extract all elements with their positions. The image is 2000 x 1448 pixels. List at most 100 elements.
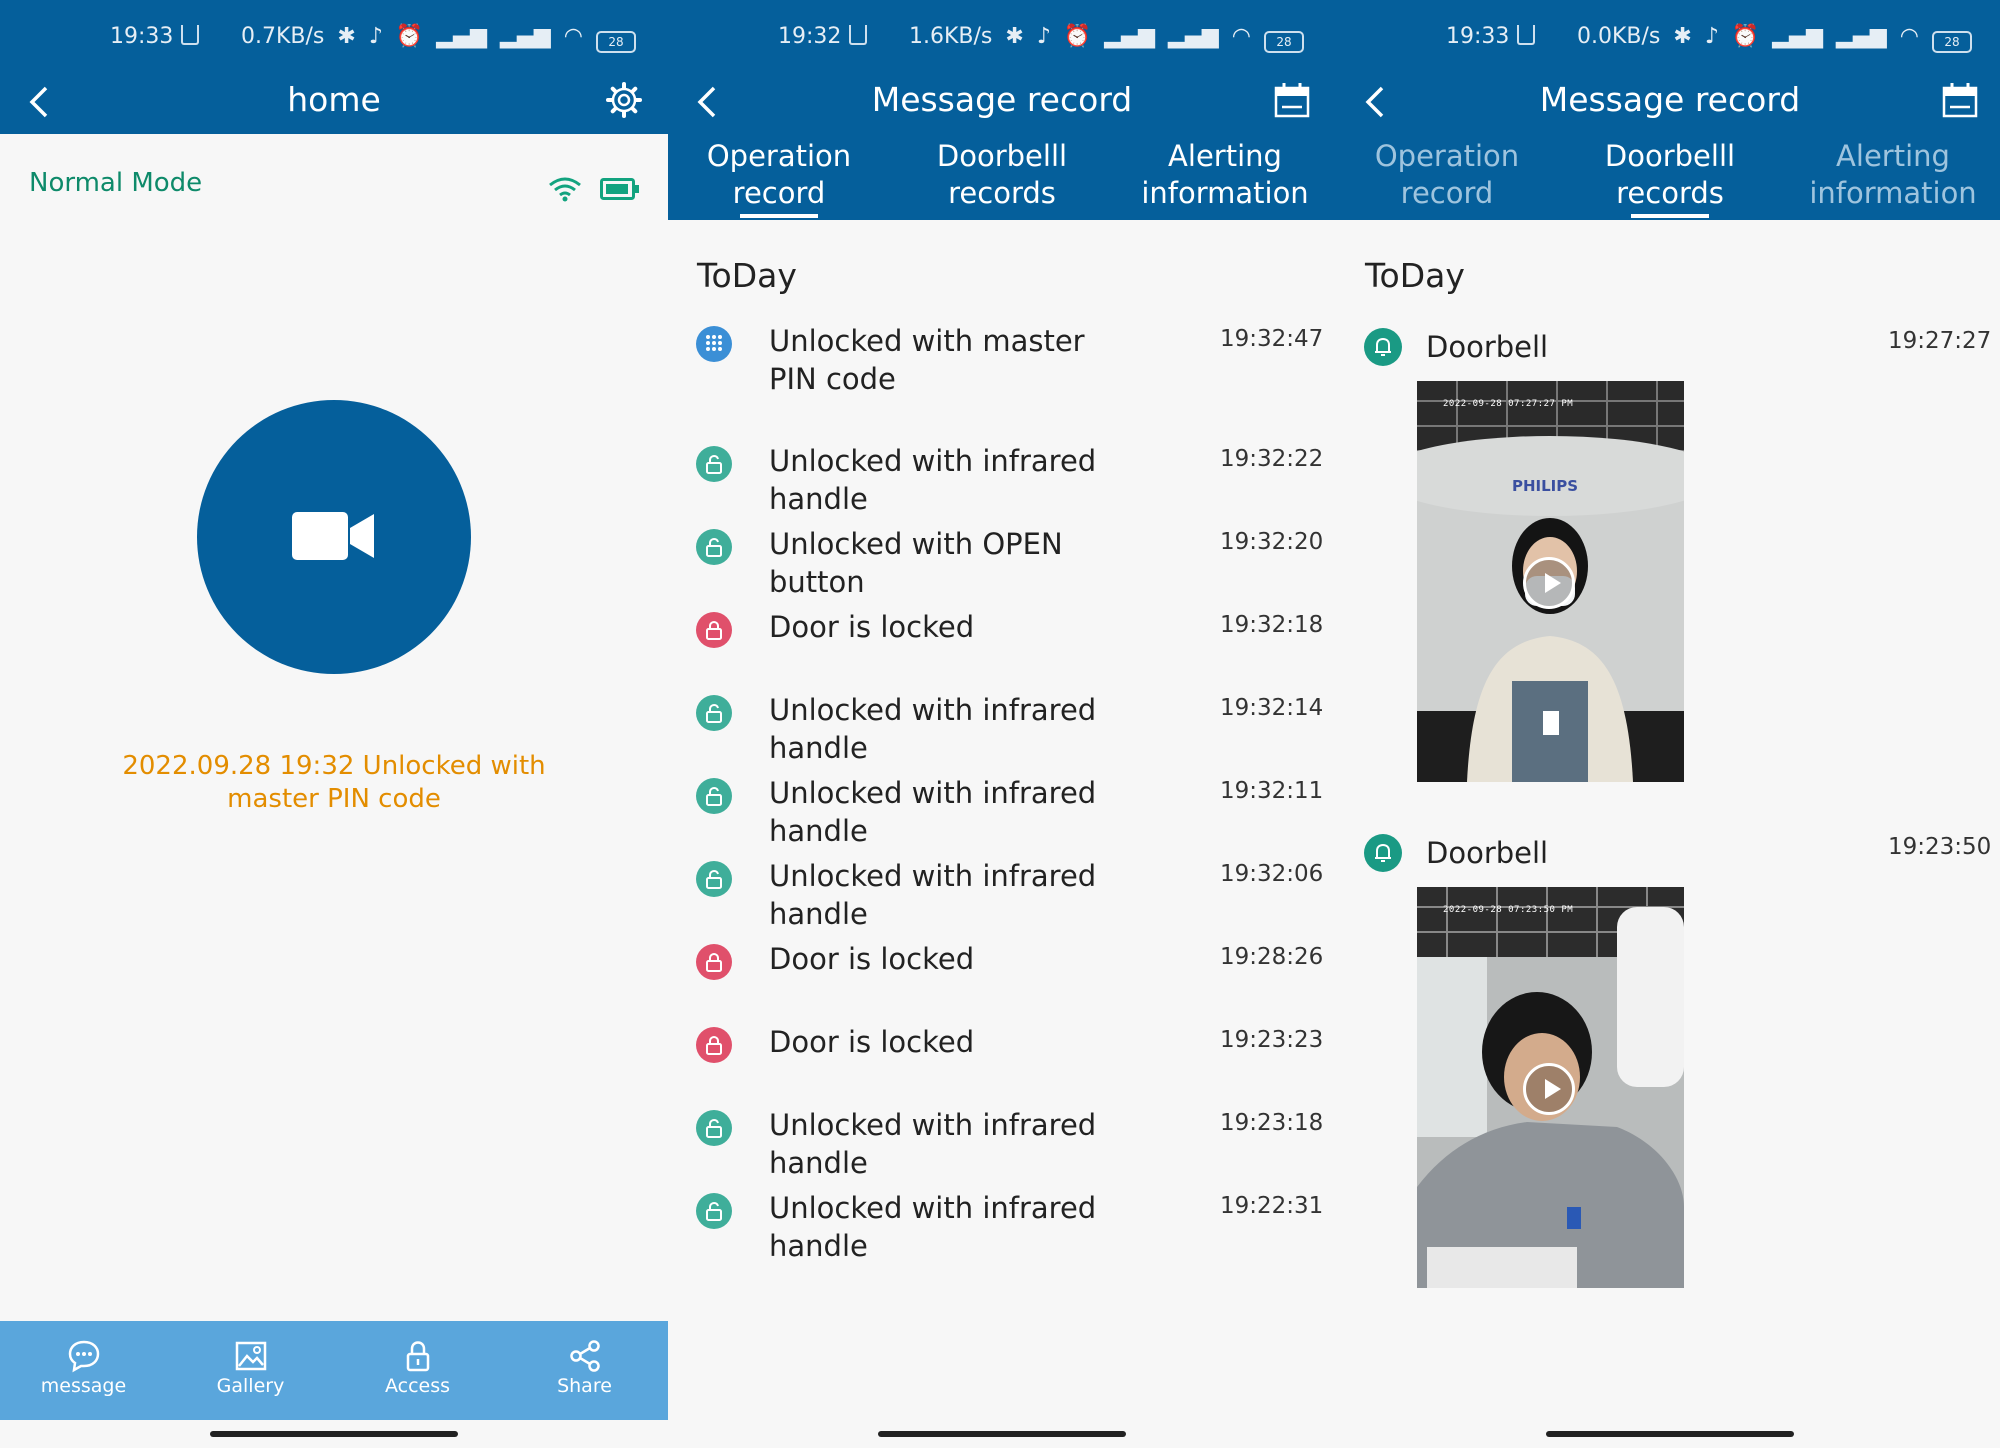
mute-icon: ♪ — [368, 24, 383, 49]
doorbell-records-screen: 19:33 0.0KB/s ✱ ♪ ⏰ ▂▄▆ ▂▄▆ ◠ 28 Message… — [1336, 0, 2000, 1448]
record-time: 19:32:20 — [1220, 529, 1324, 555]
wifi-icon — [549, 177, 581, 202]
doorbell-snapshot[interactable]: 2022-09-28 07:23:50 PM — [1417, 887, 1684, 1288]
battery-status: 28 — [1932, 31, 1972, 53]
doorbell-badge — [1364, 834, 1402, 872]
unlock-badge — [696, 695, 732, 731]
unlock-badge — [696, 778, 732, 814]
mute-icon: ♪ — [1704, 24, 1719, 49]
nav-gallery[interactable]: Gallery — [167, 1321, 334, 1420]
signal-icon: ▂▄▆ — [436, 24, 488, 49]
unlock-badge — [696, 529, 732, 565]
doorbell-time: 19:27:27 — [1888, 328, 1992, 354]
battery-status: 28 — [1264, 31, 1304, 53]
tab-alerting-information[interactable]: Alerting information — [1782, 138, 2000, 212]
lock-icon — [706, 620, 722, 640]
status-time: 19:33 — [1446, 24, 1510, 49]
snapshot-timestamp: 2022-09-28 07:27:27 PM — [1443, 399, 1574, 409]
wifi-status-icon: ◠ — [1231, 24, 1251, 49]
tab-operation-record[interactable]: Operation record — [1336, 138, 1558, 212]
unlock-icon — [706, 537, 722, 557]
doorbell-label: Doorbell — [1426, 836, 1549, 870]
record-text: Door is locked — [769, 942, 975, 976]
nav-label: Gallery — [216, 1375, 285, 1397]
mode-row: Normal Mode — [0, 134, 668, 234]
signal-icon: ▂▄▆ — [1168, 24, 1219, 49]
download-icon — [181, 25, 200, 45]
lock-icon — [406, 1341, 429, 1372]
snapshot-timestamp: 2022-09-28 07:23:50 PM — [1443, 905, 1574, 915]
video-call-button[interactable] — [197, 400, 471, 674]
record-text: Unlocked with infrared handle — [769, 444, 1097, 516]
record-text: Unlocked with infrared handle — [769, 693, 1097, 765]
home-indicator — [1546, 1431, 1794, 1437]
record-text: Door is locked — [769, 1025, 975, 1059]
status-bar: 19:32 1.6KB/s ✱ ♪ ⏰ ▂▄▆ ▂▄▆ ◠ 28 — [668, 0, 1336, 76]
record-time: 19:32:22 — [1220, 446, 1324, 472]
signal-icon: ▂▄▆ — [1104, 24, 1156, 49]
tab-operation-record[interactable]: Operation record — [668, 138, 890, 218]
settings-button[interactable] — [604, 80, 644, 120]
unlock-icon — [706, 1118, 722, 1138]
unlock-icon — [706, 869, 722, 889]
tab-doorbell-records[interactable]: Doorbelll records — [891, 138, 1113, 212]
record-time: 19:32:18 — [1220, 612, 1324, 638]
unlock-badge — [696, 446, 732, 482]
download-icon — [1517, 25, 1536, 45]
alarm-icon: ⏰ — [1063, 24, 1092, 49]
battery-icon — [600, 178, 639, 200]
status-time: 19:33 — [110, 24, 174, 49]
bluetooth-icon: ✱ — [1005, 24, 1024, 49]
bell-icon — [1375, 843, 1391, 862]
section-title: ToDay — [1365, 256, 1465, 295]
pin-badge — [696, 326, 732, 362]
image-icon — [235, 1341, 266, 1371]
unlock-badge — [696, 1110, 732, 1146]
calendar-icon — [1942, 83, 1978, 118]
battery-status: 28 — [596, 31, 636, 53]
home-indicator — [878, 1431, 1126, 1437]
app-bar: home — [0, 76, 668, 134]
nav-share[interactable]: Share — [501, 1321, 668, 1420]
signal-icon: ▂▄▆ — [1772, 24, 1824, 49]
unlock-icon — [706, 1201, 722, 1221]
bottom-nav: message Gallery Access Share — [0, 1321, 668, 1420]
share-icon — [569, 1340, 600, 1372]
calendar-button[interactable] — [1272, 80, 1312, 120]
calendar-button[interactable] — [1940, 80, 1980, 120]
page-title: Message record — [1539, 80, 1801, 119]
video-camera-icon — [292, 512, 374, 560]
record-time: 19:32:11 — [1220, 778, 1324, 804]
doorbell-label: Doorbell — [1426, 330, 1549, 364]
section-title: ToDay — [697, 256, 797, 295]
operation-record-screen: 19:32 1.6KB/s ✱ ♪ ⏰ ▂▄▆ ▂▄▆ ◠ 28 Message… — [668, 0, 1336, 1448]
bluetooth-icon: ✱ — [337, 24, 356, 49]
active-tab-indicator — [740, 214, 818, 218]
record-text: Unlocked with infrared handle — [769, 776, 1097, 848]
wifi-status-icon: ◠ — [1899, 24, 1919, 49]
lock-badge — [696, 612, 732, 648]
lock-icon — [706, 1035, 722, 1055]
status-time: 19:32 — [778, 24, 842, 49]
doorbell-snapshot[interactable]: PHILIPS 2022-09-28 07:27:27 PM — [1417, 381, 1684, 782]
unlock-icon — [706, 703, 722, 723]
nav-label: Access — [384, 1375, 451, 1397]
tab-doorbell-records[interactable]: Doorbelll records — [1559, 138, 1781, 218]
record-tabs: Operation record Doorbelll records Alert… — [668, 134, 1336, 220]
mode-label: Normal Mode — [29, 168, 203, 198]
network-speed: 1.6KB/s — [908, 24, 993, 49]
signal-icon: ▂▄▆ — [500, 24, 551, 49]
record-time: 19:23:18 — [1220, 1110, 1324, 1136]
nav-message[interactable]: message — [0, 1321, 167, 1420]
play-button[interactable] — [1523, 1063, 1575, 1115]
play-button[interactable] — [1523, 557, 1575, 609]
chat-bubble-icon — [68, 1340, 99, 1373]
alarm-icon: ⏰ — [395, 24, 424, 49]
tab-alerting-information[interactable]: Alerting information — [1114, 138, 1336, 212]
record-text: Unlocked with master PIN code — [769, 324, 1085, 396]
lock-badge — [696, 1027, 732, 1063]
record-time: 19:32:47 — [1220, 326, 1324, 352]
nav-access[interactable]: Access — [334, 1321, 501, 1420]
record-tabs: Operation record Doorbelll records Alert… — [1336, 134, 2000, 220]
doorbell-time: 19:23:50 — [1888, 834, 1992, 860]
